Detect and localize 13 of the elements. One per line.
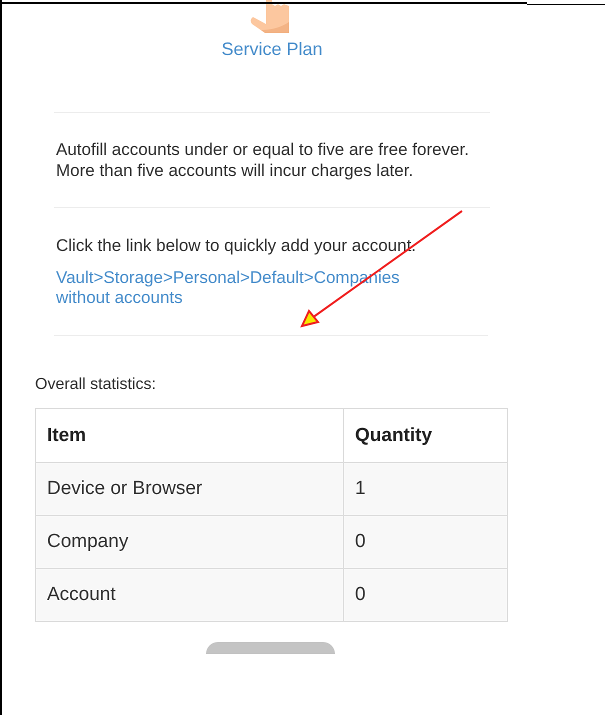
column-header: Item [36, 408, 344, 462]
column-header: Quantity [344, 408, 508, 462]
table-cell: Company [36, 516, 344, 568]
service-plan-title: Service Plan [221, 39, 323, 60]
statistics-label: Overall statistics: [35, 376, 157, 394]
button-edge[interactable] [206, 642, 335, 654]
table-cell: 0 [344, 516, 508, 568]
table-cell: 0 [344, 568, 508, 622]
notice-text: Autofill accounts under or equal to five are free forever. More than five accounts will incur charges later. [56, 139, 470, 181]
instruction-text: Click the link below to quickly add your account. [56, 235, 418, 256]
table-cell: 1 [344, 462, 508, 516]
table-cell: Account [36, 568, 344, 622]
table-cell: Device or Browser [36, 462, 344, 516]
